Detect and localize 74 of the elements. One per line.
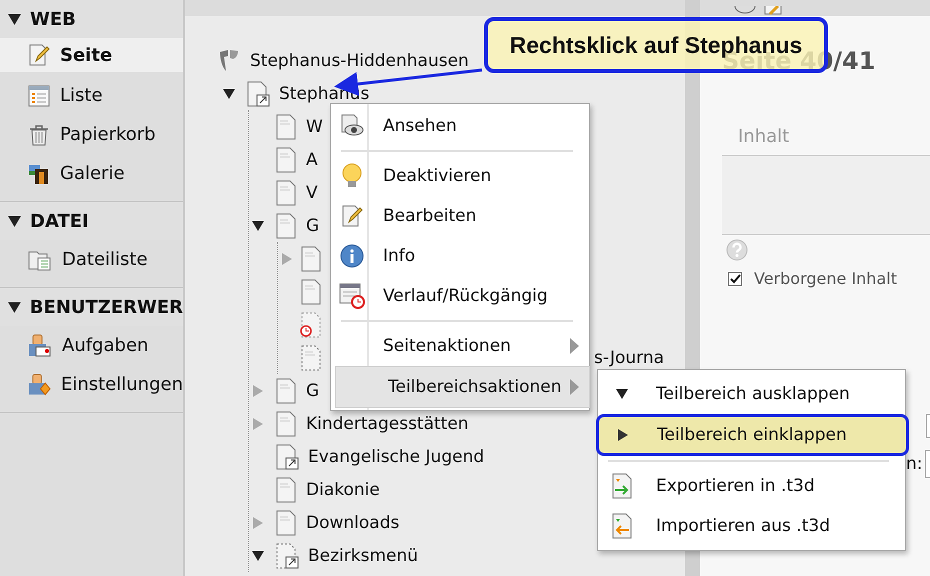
page-icon: [275, 146, 297, 172]
page-icon: [275, 410, 297, 436]
export-icon: [611, 473, 633, 499]
page-icon: [275, 378, 297, 404]
page-icon: [300, 344, 322, 370]
page-icon: [275, 476, 297, 502]
collapse-arrow-icon: [8, 216, 21, 226]
page-icon: [275, 114, 297, 140]
edit-page-icon: [28, 44, 50, 66]
module-item[interactable]: Galerie: [0, 154, 183, 193]
light-bulb-icon: [340, 163, 364, 189]
submenu-arrow-icon: [570, 338, 579, 354]
collapse-arrow-icon: [8, 14, 21, 24]
menu-item[interactable]: Teilbereich ausklappen: [598, 374, 905, 414]
import-icon: [611, 513, 633, 539]
trash-icon: [28, 124, 50, 146]
calendar-clock-icon: [339, 283, 365, 309]
shortcut-page-icon: [275, 444, 299, 470]
tree-item[interactable]: A: [306, 150, 318, 170]
user-task-icon: [28, 334, 52, 358]
page-icon: [275, 212, 297, 238]
checkbox[interactable]: [728, 272, 742, 286]
list-icon: [28, 84, 50, 106]
menu-item[interactable]: Ansehen: [331, 106, 589, 146]
tree-item[interactable]: Kindertagesstätten: [306, 414, 469, 434]
tree-item[interactable]: Diakonie: [306, 480, 380, 500]
file-list-icon: [28, 248, 52, 270]
collapse-arrow-icon[interactable]: [223, 88, 235, 100]
collapse-arrow-icon: [8, 302, 21, 312]
menu-item[interactable]: Verlauf/Rückgängig: [331, 276, 589, 316]
gallery-icon: [28, 162, 50, 184]
page-icon: [275, 510, 297, 536]
info-icon: [340, 244, 364, 268]
shortcut-page-icon: [246, 80, 270, 106]
collapse-arrow-icon[interactable]: [252, 220, 264, 232]
user-settings-icon: [28, 372, 51, 396]
tree-item[interactable]: Bezirksmenü: [308, 546, 418, 566]
edit-page-icon: [341, 205, 363, 227]
tree-root[interactable]: Stephanus-Hiddenhausen: [250, 50, 469, 70]
menu-item[interactable]: Deaktivieren: [331, 156, 589, 196]
tree-item[interactable]: G: [306, 380, 320, 400]
menu-item[interactable]: Exportieren in .t3d: [598, 466, 905, 506]
tree-item[interactable]: V: [306, 182, 318, 202]
shortcut-page-icon: [275, 542, 299, 568]
checkbox-label: Verborgene Inhalt: [754, 269, 897, 288]
module-item[interactable]: Seite: [0, 38, 183, 72]
tree-item[interactable]: Stephanus: [279, 84, 370, 104]
menu-item[interactable]: Info: [331, 236, 589, 276]
page-icon: [275, 180, 297, 206]
page-icon: [300, 246, 322, 272]
submenu-arrow-icon: [570, 379, 579, 395]
triangle-right-icon: [618, 429, 628, 441]
module-item[interactable]: Einstellungen: [0, 365, 183, 404]
module-item[interactable]: Papierkorb: [0, 115, 183, 154]
menu-item[interactable]: Teilbereich einklappen: [596, 414, 909, 456]
tree-item[interactable]: G: [306, 216, 320, 236]
triangle-down-icon: [616, 389, 628, 399]
view-page-icon: [340, 114, 364, 138]
tree-item[interactable]: Evangelische Jugend: [308, 446, 484, 466]
tree-item[interactable]: Downloads: [306, 512, 400, 532]
collapse-arrow-icon[interactable]: [252, 550, 264, 562]
menu-item[interactable]: Bearbeiten: [331, 196, 589, 236]
menu-item[interactable]: Teilbereichsaktionen: [335, 366, 590, 408]
field-label: n:: [906, 454, 923, 474]
page-icon: [300, 278, 322, 304]
module-item[interactable]: Dateiliste: [0, 240, 183, 279]
module-item[interactable]: Aufgaben: [0, 326, 183, 365]
menu-item[interactable]: Seitenaktionen: [331, 326, 589, 366]
module-item[interactable]: Liste: [0, 76, 183, 115]
tree-item[interactable]: s-Journa: [594, 348, 664, 368]
tree-item[interactable]: W: [306, 116, 323, 136]
logo-icon: [218, 48, 240, 72]
menu-item[interactable]: Importieren aus .t3d: [598, 506, 905, 546]
scheduled-page-icon: [300, 312, 322, 338]
